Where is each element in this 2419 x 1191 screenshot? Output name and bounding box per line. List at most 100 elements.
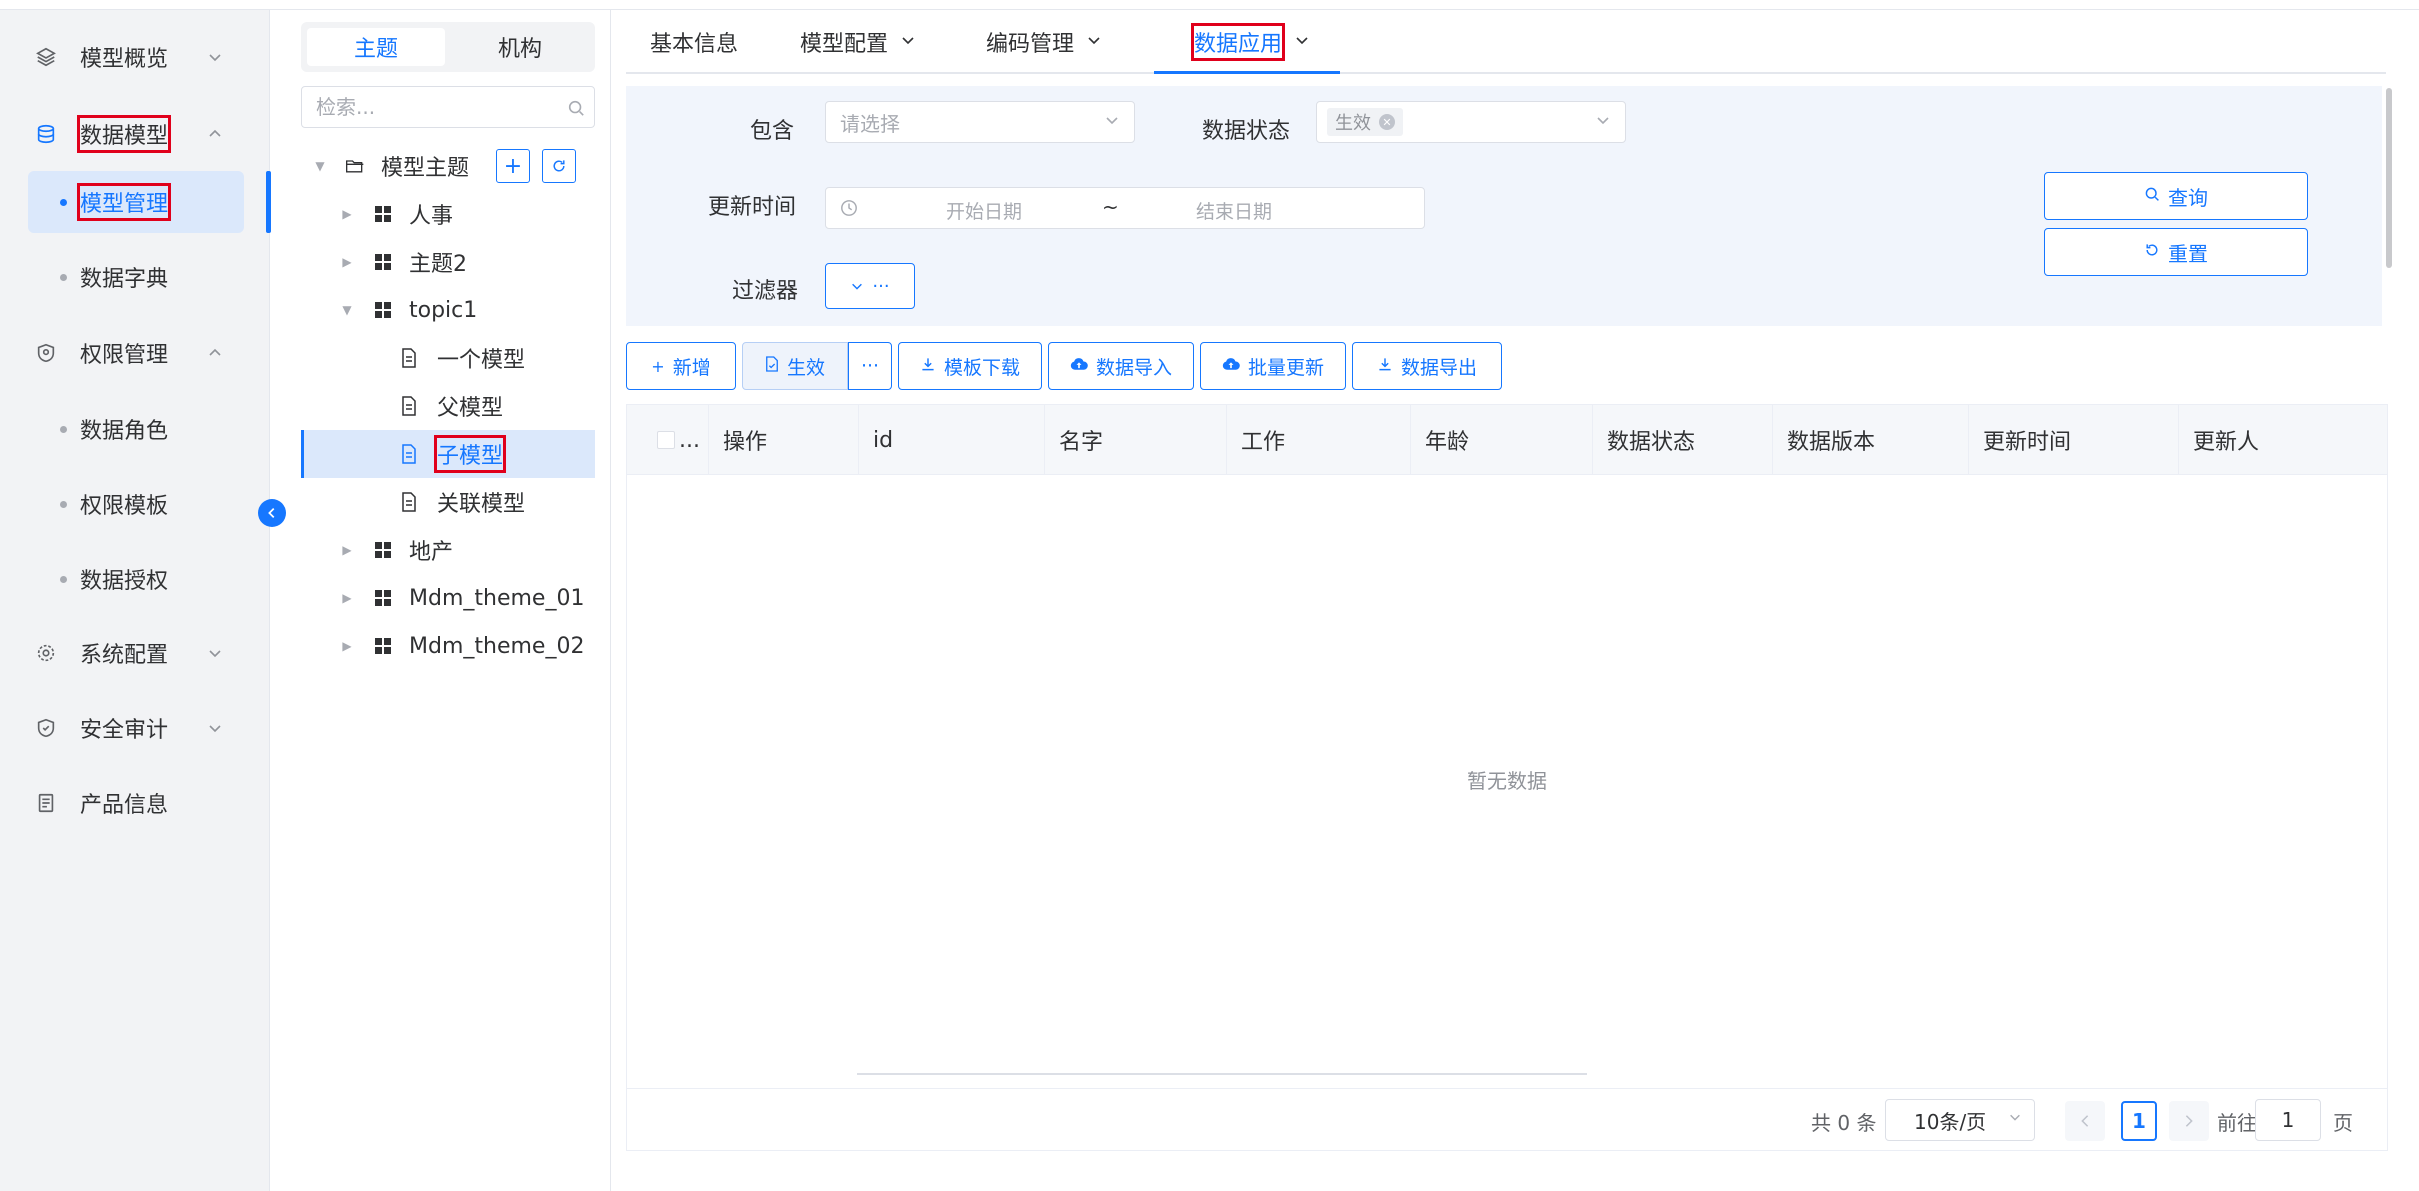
sidebar-item-permission-template[interactable]: 权限模板	[28, 473, 244, 535]
chevron-down-icon	[206, 644, 224, 662]
batch-update-button[interactable]: 批量更新	[1200, 342, 1346, 390]
grid-icon	[373, 300, 393, 320]
column-header[interactable]: 操作	[709, 405, 859, 475]
goto-page-input[interactable]	[2255, 1099, 2321, 1141]
column-header[interactable]: 数据状态	[1593, 405, 1773, 475]
next-page-button[interactable]	[2169, 1101, 2209, 1141]
tab-label: 基本信息	[650, 32, 739, 57]
date-range-picker[interactable]: 开始日期 ~ 结束日期	[825, 187, 1425, 229]
column-header[interactable]: 数据版本	[1773, 405, 1969, 475]
sidebar-item-model-management[interactable]: 模型管理	[28, 171, 244, 233]
audit-shield-icon	[34, 716, 58, 740]
tree-node[interactable]: ▶ Mdm_theme_01	[301, 574, 595, 622]
status-select[interactable]: 生效 ✕	[1316, 101, 1626, 143]
document-icon	[34, 791, 58, 815]
tree-node[interactable]: 关联模型	[301, 478, 595, 526]
tab-bar: 基本信息 模型配置 编码管理 数据应用	[626, 10, 2386, 74]
data-import-button[interactable]: 数据导入	[1048, 342, 1194, 390]
chevron-right-icon	[2185, 1115, 2193, 1127]
empty-state-text: 暂无数据	[1467, 769, 1547, 793]
more-button-label: ···	[860, 355, 880, 377]
data-table: ... 操作 id 名字 工作 年龄 数据状态 数据版本 更新时间 更新人 暂无…	[626, 404, 2388, 1089]
query-button[interactable]: 查询	[2044, 172, 2308, 220]
column-header[interactable]: 名字	[1045, 405, 1227, 475]
include-placeholder: 请选择	[840, 111, 900, 136]
file-check-icon	[765, 356, 779, 376]
start-date-placeholder[interactable]: 开始日期	[946, 197, 1022, 224]
horizontal-scrollbar[interactable]	[857, 1073, 1587, 1075]
scrollbar-thumb[interactable]	[2386, 88, 2392, 268]
sidebar-item-data-authorization[interactable]: 数据授权	[28, 548, 244, 610]
download-icon	[920, 356, 936, 376]
segment-organization[interactable]: 机构	[451, 28, 589, 66]
update-time-label: 更新时间	[708, 195, 797, 220]
column-header[interactable]: id	[859, 405, 1045, 475]
sidebar-item-data-role[interactable]: 数据角色	[28, 398, 244, 460]
bullet-dot	[60, 500, 67, 508]
tree-node[interactable]: ▶ 人事	[301, 190, 595, 238]
menu-label: 产品信息	[80, 793, 169, 818]
tab-data-application[interactable]: 数据应用	[1190, 10, 1310, 74]
filter-scrollbar[interactable]	[2384, 86, 2394, 326]
include-select[interactable]: 请选择	[825, 101, 1135, 143]
file-icon	[399, 396, 419, 416]
status-label: 数据状态	[1202, 119, 1291, 144]
tree-search-input[interactable]	[301, 86, 595, 128]
add-theme-button[interactable]: +	[496, 149, 530, 183]
column-header[interactable]: 更新时间	[1969, 405, 2179, 475]
table-header: ... 操作 id 名字 工作 年龄 数据状态 数据版本 更新时间 更新人	[627, 405, 2387, 475]
menu-permission-management[interactable]: 权限管理	[0, 323, 270, 383]
segment-switch: 主题 机构	[301, 22, 595, 72]
tree-node[interactable]: ▶ 主题2	[301, 238, 595, 286]
filter-dropdown-button[interactable]: ···	[825, 263, 915, 309]
more-actions-button[interactable]: ···	[848, 342, 892, 390]
tab-basic-info[interactable]: 基本信息	[650, 10, 738, 74]
close-icon[interactable]: ✕	[1379, 114, 1395, 130]
chevron-down-icon	[852, 283, 863, 290]
tree-node-label: Mdm_theme_01	[409, 585, 585, 611]
select-all-checkbox[interactable]	[657, 431, 675, 449]
database-icon	[34, 122, 58, 146]
sidebar-item-data-dictionary[interactable]: 数据字典	[28, 246, 244, 308]
tree-node[interactable]: 父模型	[301, 382, 595, 430]
page-number-current[interactable]: 1	[2121, 1101, 2157, 1141]
column-header[interactable]: 更新人	[2179, 405, 2387, 475]
menu-model-overview[interactable]: 模型概览	[0, 27, 270, 87]
layers-icon	[34, 45, 58, 69]
tab-model-config[interactable]: 模型配置	[800, 10, 916, 74]
tree-node[interactable]: ▶ Mdm_theme_02	[301, 622, 595, 670]
segment-theme[interactable]: 主题	[307, 28, 445, 66]
add-button[interactable]: + 新增	[626, 342, 736, 390]
menu-label: 系统配置	[80, 643, 169, 668]
tree-node-selected[interactable]: 子模型	[301, 430, 595, 478]
activate-button[interactable]: 生效	[742, 342, 848, 390]
chevron-down-icon	[1294, 32, 1310, 52]
page-size-select[interactable]: 10条/页	[1885, 1099, 2035, 1141]
prev-page-button[interactable]	[2065, 1101, 2105, 1141]
menu-product-info[interactable]: 产品信息	[0, 773, 270, 833]
menu-system-config[interactable]: 系统配置	[0, 623, 270, 683]
select-all-column: ...	[627, 405, 709, 475]
refresh-button[interactable]	[542, 149, 576, 183]
menu-security-audit[interactable]: 安全审计	[0, 698, 270, 758]
reset-button[interactable]: 重置	[2044, 228, 2308, 276]
tree-node[interactable]: ▼ topic1	[301, 286, 595, 334]
tree-node-label: 子模型	[433, 435, 507, 473]
end-date-placeholder[interactable]: 结束日期	[1196, 197, 1272, 224]
tab-code-management[interactable]: 编码管理	[986, 10, 1102, 74]
download-icon	[1377, 356, 1393, 376]
page-suffix: 页	[2333, 1111, 2353, 1135]
template-download-button[interactable]: 模板下载	[898, 342, 1042, 390]
column-header[interactable]: 年龄	[1411, 405, 1593, 475]
tree-node[interactable]: ▶ 地产	[301, 526, 595, 574]
data-export-button[interactable]: 数据导出	[1352, 342, 1502, 390]
tree-node[interactable]: 一个模型	[301, 334, 595, 382]
collapse-sidebar-button[interactable]	[258, 499, 286, 527]
sidebar-item-label: 模型管理	[76, 183, 172, 221]
reset-button-label: 重置	[2168, 241, 2208, 266]
caret-right-icon: ▶	[342, 207, 352, 221]
chevron-down-icon	[900, 32, 916, 52]
menu-data-model[interactable]: 数据模型	[0, 104, 270, 164]
tree-node-label: Mdm_theme_02	[409, 633, 585, 659]
column-header[interactable]: 工作	[1227, 405, 1411, 475]
